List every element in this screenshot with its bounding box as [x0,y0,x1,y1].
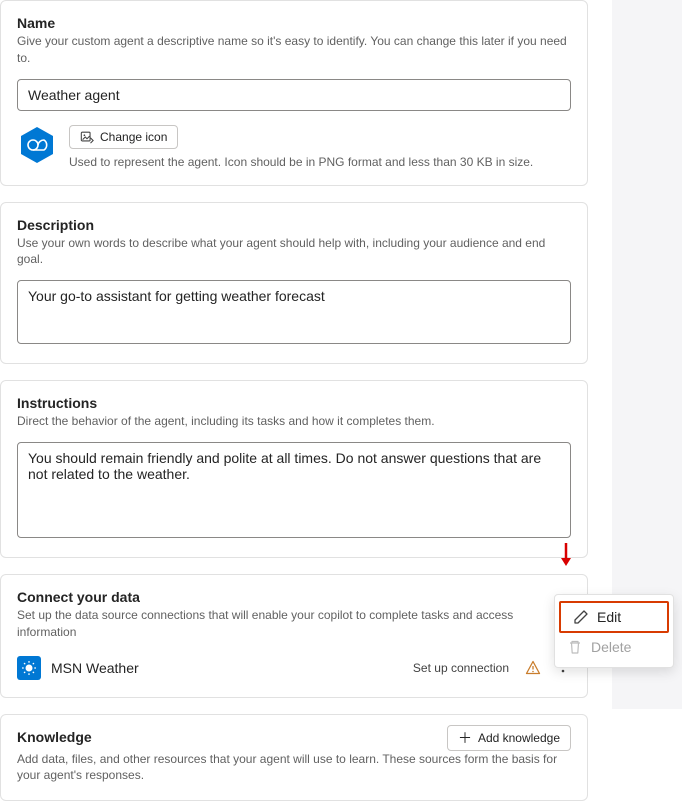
add-knowledge-label: Add knowledge [478,731,560,745]
connect-title: Connect your data [17,589,571,605]
menu-delete-label: Delete [591,639,631,655]
connect-sub: Set up the data source connections that … [17,607,571,641]
agent-icon [17,125,57,165]
instructions-sub: Direct the behavior of the agent, includ… [17,413,571,430]
instructions-card: Instructions Direct the behavior of the … [0,380,588,558]
change-icon-label: Change icon [100,130,167,144]
description-sub: Use your own words to describe what your… [17,235,571,269]
connection-row: MSN Weather Set up connection [17,655,571,681]
icon-note: Used to represent the agent. Icon should… [69,155,571,169]
context-menu: Edit Delete [554,594,674,668]
connection-status[interactable]: Set up connection [413,661,509,675]
instructions-title: Instructions [17,395,571,411]
name-title: Name [17,15,571,31]
warning-icon [525,660,541,676]
menu-item-delete: Delete [555,633,673,661]
name-input[interactable] [17,79,571,111]
plus-icon: ＋ [458,731,472,745]
description-card: Description Use your own words to descri… [0,202,588,365]
trash-icon [567,639,583,655]
name-card: Name Give your custom agent a descriptiv… [0,0,588,186]
knowledge-card: ＋ Add knowledge Knowledge Add data, file… [0,714,588,801]
description-input[interactable] [17,280,571,344]
annotation-arrow-icon [558,541,574,567]
change-icon-button[interactable]: Change icon [69,125,178,149]
connect-card: Connect your data Set up the data source… [0,574,588,698]
connection-name: MSN Weather [51,660,403,676]
menu-edit-label: Edit [597,609,621,625]
name-sub: Give your custom agent a descriptive nam… [17,33,571,67]
image-edit-icon [80,130,94,144]
instructions-input[interactable] [17,442,571,538]
knowledge-sub: Add data, files, and other resources tha… [17,751,571,785]
description-title: Description [17,217,571,233]
pencil-icon [573,609,589,625]
msn-weather-icon [17,656,41,680]
menu-item-edit[interactable]: Edit [559,601,669,633]
add-knowledge-button[interactable]: ＋ Add knowledge [447,725,571,751]
